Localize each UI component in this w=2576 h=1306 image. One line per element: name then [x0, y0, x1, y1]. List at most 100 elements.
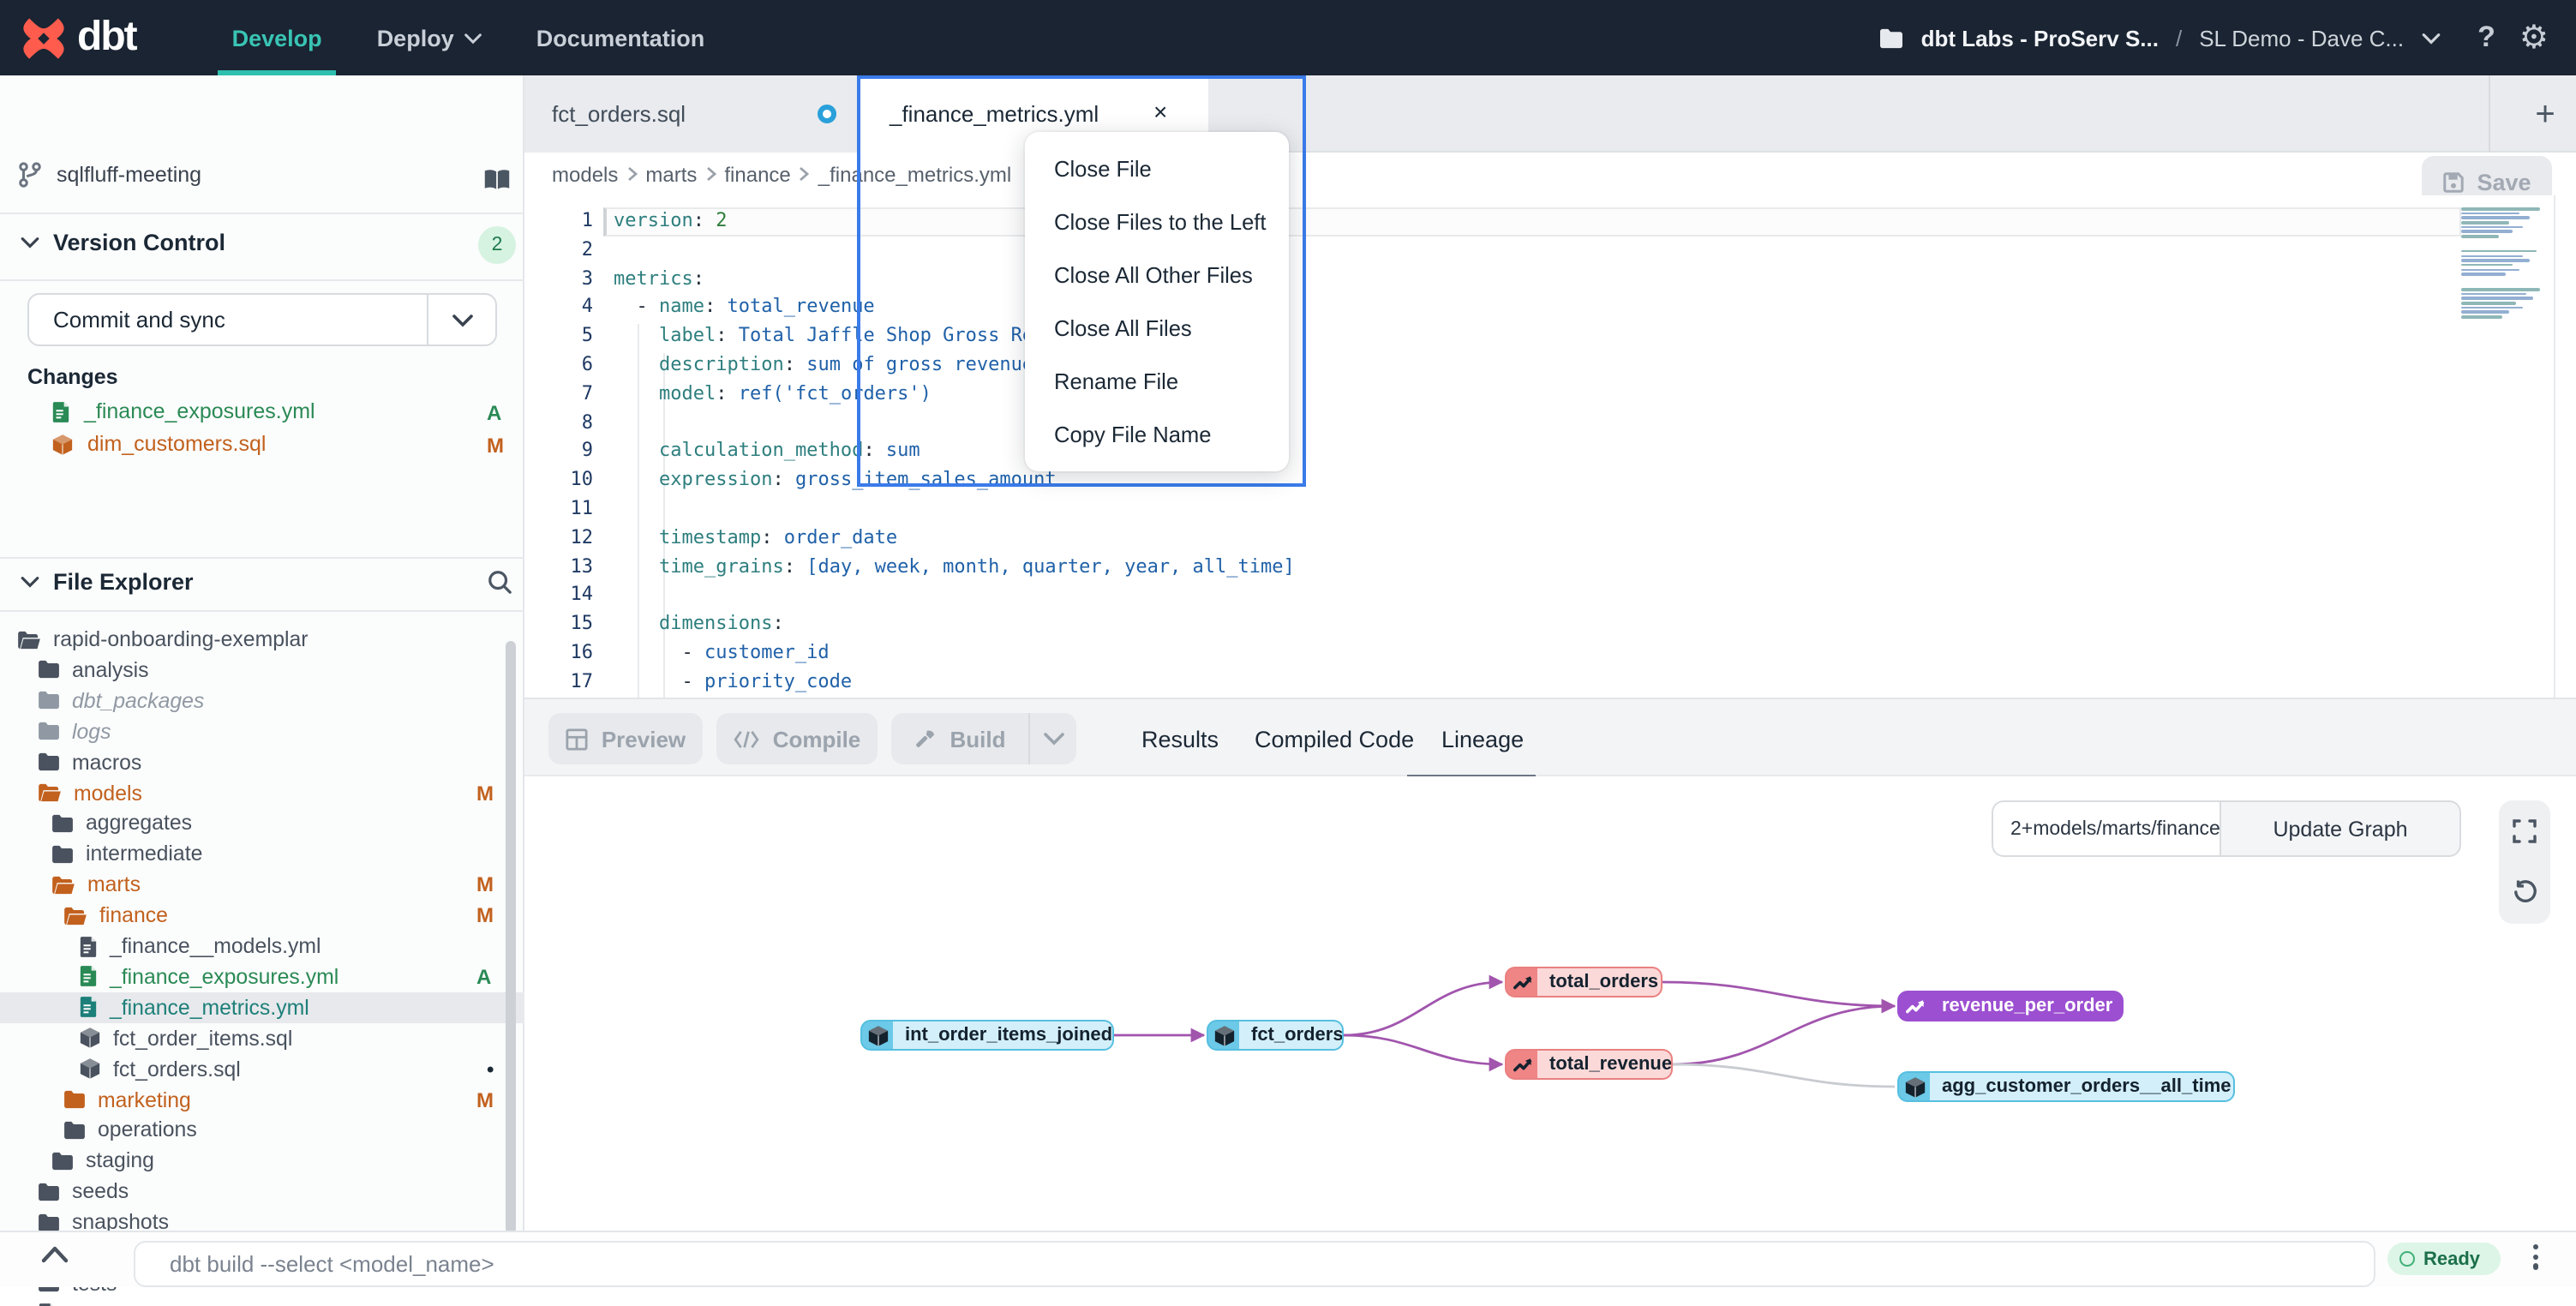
changed-file-row[interactable]: _finance_exposures.yml: [51, 399, 315, 423]
line-number: 12: [524, 524, 593, 554]
tree-item-analysis[interactable]: analysis: [0, 655, 524, 686]
folder-icon: [38, 1213, 60, 1231]
tab-compiled-code[interactable]: Compiled Code: [1255, 699, 1414, 778]
folder-icon: [63, 1090, 86, 1109]
tree-item-staging[interactable]: staging: [0, 1146, 524, 1177]
commit-and-sync-button[interactable]: Commit and sync: [27, 293, 497, 346]
tree-item-aggregates[interactable]: aggregates: [0, 808, 524, 839]
tree-item-finance[interactable]: financeM: [0, 900, 524, 931]
breadcrumb-item[interactable]: _finance_metrics.yml: [818, 162, 1011, 186]
tab-lineage[interactable]: Lineage: [1441, 699, 1524, 778]
menu-item-close-files-to-the-left[interactable]: Close Files to the Left: [1025, 195, 1289, 249]
nav-item-deploy[interactable]: Deploy: [377, 0, 482, 75]
menu-item-close-all-files[interactable]: Close All Files: [1025, 302, 1289, 355]
tree-item-fct_order_items.sql[interactable]: fct_order_items.sql: [0, 1022, 524, 1053]
lineage-node-total_revenue[interactable]: total_revenue: [1505, 1049, 1673, 1080]
breadcrumb-item[interactable]: marts: [645, 162, 697, 186]
code-line-17: 17 - priority_code: [524, 668, 2576, 698]
lineage-node-agg_customer_orders__all_time[interactable]: agg_customer_orders__all_time: [1897, 1071, 2235, 1102]
changed-file-row[interactable]: dim_customers.sql: [51, 432, 266, 456]
lineage-edges: [524, 776, 2576, 1231]
code-line-9: 9 calculation_method: sum: [524, 438, 2576, 467]
breadcrumb-item[interactable]: models: [552, 162, 618, 186]
line-number: 16: [524, 639, 593, 668]
tree-item-marketing[interactable]: marketingM: [0, 1084, 524, 1115]
menu-item-copy-file-name[interactable]: Copy File Name: [1025, 408, 1289, 461]
tree-item-macros[interactable]: macros: [0, 746, 524, 777]
tree-scrollbar[interactable]: [506, 641, 516, 1234]
file-explorer-header[interactable]: File Explorer: [21, 569, 194, 595]
tree-item-fct_orders.sql[interactable]: fct_orders.sql•: [0, 1053, 524, 1084]
version-control-header[interactable]: Version Control: [21, 230, 225, 255]
tree-item-label: marketing: [98, 1087, 191, 1111]
line-number: 9: [524, 438, 593, 467]
build-options-caret[interactable]: [1028, 713, 1076, 764]
tab-label: fct_orders.sql: [552, 101, 686, 127]
nav-label: Develop: [232, 25, 322, 51]
tree-item-rapid-onboarding-exemplar[interactable]: rapid-onboarding-exemplar: [0, 624, 524, 655]
tree-item-label: macros: [72, 750, 141, 774]
build-button[interactable]: Build: [891, 713, 1028, 764]
tree-item-models[interactable]: modelsM: [0, 777, 524, 808]
nav-item-documentation[interactable]: Documentation: [536, 0, 705, 75]
trend-icon: [1507, 1049, 1537, 1080]
tree-item-_finance_metrics.yml[interactable]: _finance_metrics.yml: [0, 992, 524, 1023]
breadcrumb-chevron-icon: [705, 159, 716, 190]
docs-book-icon[interactable]: [483, 168, 511, 192]
lineage-node-revenue_per_order[interactable]: revenue_per_order: [1897, 991, 2124, 1021]
search-icon[interactable]: [487, 569, 512, 595]
code-line-12: 12 timestamp: order_date: [524, 524, 2576, 554]
folder-icon: [51, 1152, 74, 1171]
tree-item-label: operations: [98, 1118, 197, 1142]
code-line-6: 6 description: sum of gross revenue: [524, 351, 2576, 380]
chevron-down-icon: [1043, 732, 1063, 746]
tree-item-dbt_packages[interactable]: dbt_packages: [0, 686, 524, 716]
cube-icon: [862, 1020, 893, 1051]
help-icon[interactable]: ?: [2477, 21, 2495, 55]
changes-count-badge: 2: [478, 226, 516, 264]
tree-item-label: marts: [87, 872, 141, 896]
code-line-10: 10 expression: gross_item_sales_amount: [524, 466, 2576, 495]
chevron-up-icon[interactable]: [41, 1246, 69, 1263]
tree-item-seeds[interactable]: seeds: [0, 1176, 524, 1207]
nav-item-develop[interactable]: Develop: [232, 0, 322, 75]
build-label: Build: [950, 726, 1006, 752]
gear-icon[interactable]: ⚙: [2519, 18, 2549, 57]
tree-item-label: analysis: [72, 658, 149, 682]
breadcrumb-item[interactable]: finance: [724, 162, 790, 186]
tree-item-gitignore[interactable]: gitignore: [0, 1299, 524, 1306]
change-status-A: A: [487, 401, 501, 425]
new-tab-button[interactable]: +: [2523, 93, 2567, 137]
dbt-logo[interactable]: dbt: [21, 14, 136, 62]
project-selector[interactable]: dbt Labs - ProServ S...: [1921, 25, 2159, 51]
kebab-menu-icon[interactable]: [2533, 1244, 2538, 1269]
tree-item-logs[interactable]: logs: [0, 716, 524, 746]
close-tab-icon[interactable]: ×: [1153, 98, 1167, 125]
minimap[interactable]: [2461, 207, 2550, 331]
commit-options-caret[interactable]: [427, 295, 495, 344]
breadcrumb-chevron-icon: [800, 159, 810, 190]
tree-item-marts[interactable]: martsM: [0, 869, 524, 900]
tab-fct-orders[interactable]: fct_orders.sql: [524, 75, 859, 153]
menu-item-rename-file[interactable]: Rename File: [1025, 355, 1289, 408]
git-branch-row[interactable]: sqlfluff-meeting: [17, 161, 201, 189]
lineage-node-int_order_items_joined[interactable]: int_order_items_joined: [860, 1020, 1114, 1051]
tree-item-label: gitignore: [69, 1303, 150, 1306]
tree-item-_finance__models.yml[interactable]: _finance__models.yml: [0, 931, 524, 962]
tree-item-label: fct_order_items.sql: [113, 1026, 292, 1050]
command-input[interactable]: dbt build --select <model_name>: [134, 1241, 2375, 1287]
tree-item-operations[interactable]: operations: [0, 1115, 524, 1146]
code-editor[interactable]: 1version: 223metrics:4 - name: total_rev…: [524, 195, 2576, 698]
tab-results[interactable]: Results: [1141, 699, 1219, 778]
tree-item-_finance_exposures.yml[interactable]: _finance_exposures.ymlA: [0, 962, 524, 992]
environment-selector[interactable]: SL Demo - Dave C...: [2199, 25, 2404, 51]
preview-button[interactable]: Preview: [548, 713, 703, 764]
lineage-node-fct_orders[interactable]: fct_orders: [1207, 1020, 1344, 1051]
menu-item-close-all-other-files[interactable]: Close All Other Files: [1025, 249, 1289, 302]
menu-item-close-file[interactable]: Close File: [1025, 142, 1289, 195]
metric-trend-icon: [1513, 973, 1531, 991]
compile-button[interactable]: Compile: [716, 713, 878, 764]
lineage-node-total_orders[interactable]: total_orders: [1505, 967, 1662, 997]
tree-item-intermediate[interactable]: intermediate: [0, 839, 524, 870]
chevron-down-icon[interactable]: [2421, 32, 2440, 44]
